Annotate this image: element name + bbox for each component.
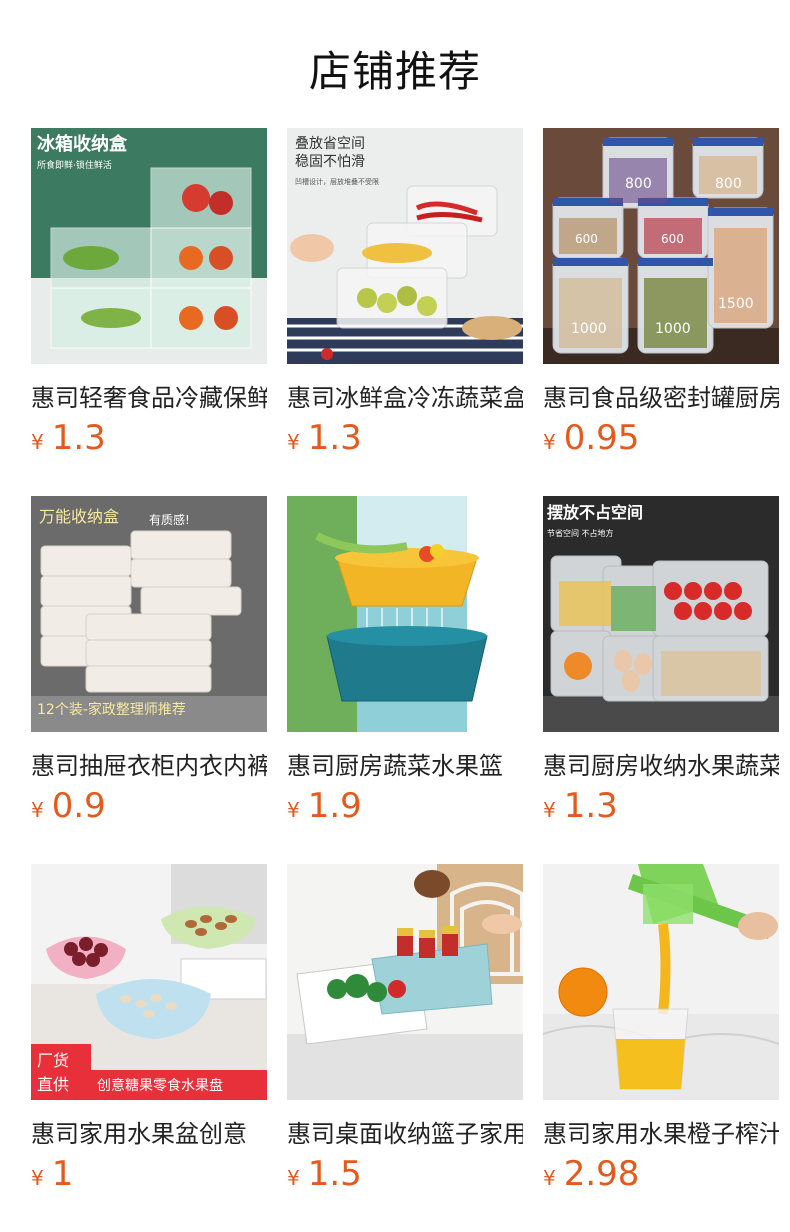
image-overlay-title: 冰箱收纳盒 (37, 133, 128, 155)
currency-symbol: ¥ (543, 430, 556, 454)
product-name[interactable]: 惠司冰鲜盒冷冻蔬菜盒 (287, 378, 523, 413)
product-card[interactable]: 惠司厨房蔬菜水果篮 ¥1.9 (287, 496, 523, 826)
product-card[interactable]: 冰箱收纳盒 所食即鲜·锁住鲜活 惠司轻奢食品冷藏保鲜盒 ¥1.3 (31, 128, 267, 458)
section-header: 店铺推荐 (0, 0, 790, 128)
product-price: ¥1.3 (31, 418, 106, 458)
product-price: ¥1.3 (287, 418, 362, 458)
product-image[interactable]: 800 800 600 600 1000 1000 1500 (543, 128, 779, 364)
product-card[interactable]: 惠司桌面收纳篮子家用 ¥1.5 (287, 864, 523, 1194)
product-price: ¥0.95 (543, 418, 639, 458)
image-overlay-tag: 有质感! (149, 512, 190, 527)
product-name[interactable]: 惠司厨房蔬菜水果篮 (287, 746, 523, 781)
price-value: 2.98 (563, 1154, 640, 1194)
product-image[interactable] (287, 496, 523, 732)
image-overlay-subtitle: 凹槽设计，层放堆叠不受限 (295, 177, 379, 186)
image-overlay-title-2: 稳固不怕滑 (295, 153, 365, 170)
product-image[interactable]: 叠放省空间 稳固不怕滑 凹槽设计，层放堆叠不受限 (287, 128, 523, 364)
product-name[interactable]: 惠司厨房收纳水果蔬菜盒 (543, 746, 779, 781)
product-card[interactable]: 800 800 600 600 1000 1000 1500 惠司食品级密封罐厨… (543, 128, 779, 458)
jar-label: 600 (661, 232, 684, 246)
jar-label: 1000 (655, 321, 691, 337)
currency-symbol: ¥ (287, 430, 300, 454)
price-value: 1 (51, 1154, 74, 1194)
jar-label: 600 (575, 232, 598, 246)
image-overlay-subtitle: 节省空间 不占地方 (547, 528, 614, 538)
price-value: 1.9 (307, 786, 362, 826)
image-overlay-subtitle: 所食即鲜·锁住鲜活 (37, 159, 112, 171)
product-price: ¥2.98 (543, 1154, 639, 1194)
currency-symbol: ¥ (543, 1166, 556, 1190)
jar-label: 1500 (718, 296, 754, 312)
product-card[interactable]: 摆放不占空间 节省空间 不占地方 惠司厨房收纳水果蔬菜盒 ¥1.3 (543, 496, 779, 826)
product-price: ¥1.9 (287, 786, 362, 826)
currency-symbol: ¥ (543, 798, 556, 822)
product-card[interactable]: 叠放省空间 稳固不怕滑 凹槽设计，层放堆叠不受限 惠司冰鲜盒冷冻蔬菜盒 ¥1.3 (287, 128, 523, 458)
price-value: 0.95 (563, 418, 640, 458)
currency-symbol: ¥ (31, 1166, 44, 1190)
price-value: 1.3 (563, 786, 618, 826)
jar-label: 800 (715, 176, 742, 192)
page-title: 店铺推荐 (308, 47, 481, 96)
product-name[interactable]: 惠司家用水果盆创意 (31, 1114, 267, 1149)
image-overlay-bottom: 12个装-家政整理师推荐 (37, 701, 186, 718)
product-card[interactable]: 厂货 直供 创意糖果零食水果盘 惠司家用水果盆创意 ¥1 (31, 864, 267, 1194)
currency-symbol: ¥ (31, 430, 44, 454)
product-name[interactable]: 惠司轻奢食品冷藏保鲜盒 (31, 378, 267, 413)
currency-symbol: ¥ (287, 798, 300, 822)
image-overlay-bottom: 创意糖果零食水果盘 (97, 1077, 223, 1094)
product-price: ¥1.3 (543, 786, 618, 826)
price-value: 1.3 (51, 418, 106, 458)
product-name[interactable]: 惠司抽屉衣柜内衣内裤收纳 (31, 746, 267, 781)
currency-symbol: ¥ (31, 798, 44, 822)
price-value: 1.5 (307, 1154, 362, 1194)
image-badge-line1: 厂货 (37, 1051, 69, 1070)
jar-label: 1000 (571, 321, 607, 337)
image-overlay-title: 摆放不占空间 (547, 503, 643, 522)
product-name[interactable]: 惠司桌面收纳篮子家用 (287, 1114, 523, 1149)
jar-label: 800 (625, 176, 652, 192)
image-overlay-title: 万能收纳盒 (39, 507, 119, 526)
product-price: ¥1 (31, 1154, 73, 1194)
product-card[interactable]: 惠司家用水果橙子榨汁器 ¥2.98 (543, 864, 779, 1194)
product-price: ¥1.5 (287, 1154, 362, 1194)
product-image[interactable]: 冰箱收纳盒 所食即鲜·锁住鲜活 (31, 128, 267, 364)
image-badge-line2: 直供 (37, 1075, 69, 1094)
currency-symbol: ¥ (287, 1166, 300, 1190)
product-price: ¥0.9 (31, 786, 106, 826)
product-image[interactable]: 摆放不占空间 节省空间 不占地方 (543, 496, 779, 732)
product-image[interactable] (287, 864, 523, 1100)
image-overlay-title: 叠放省空间 (295, 136, 365, 152)
product-image[interactable]: 万能收纳盒 有质感! 12个装-家政整理师推荐 (31, 496, 267, 732)
product-name[interactable]: 惠司家用水果橙子榨汁器 (543, 1114, 779, 1149)
product-card[interactable]: 万能收纳盒 有质感! 12个装-家政整理师推荐 惠司抽屉衣柜内衣内裤收纳 ¥0.… (31, 496, 267, 826)
product-image[interactable] (543, 864, 779, 1100)
product-name[interactable]: 惠司食品级密封罐厨房 (543, 378, 779, 413)
price-value: 0.9 (51, 786, 106, 826)
price-value: 1.3 (307, 418, 362, 458)
product-image[interactable]: 厂货 直供 创意糖果零食水果盘 (31, 864, 267, 1100)
